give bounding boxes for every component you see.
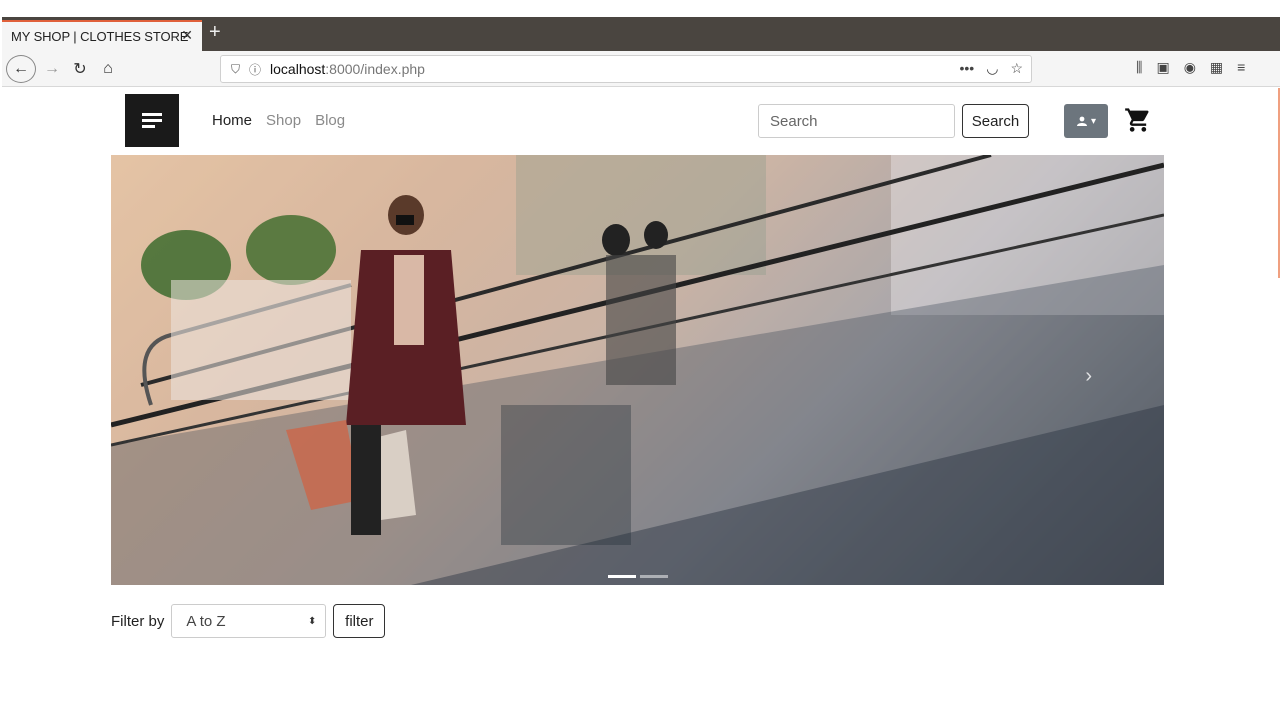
logo-line bbox=[142, 119, 162, 122]
tab-close-icon[interactable]: ✕ bbox=[181, 27, 193, 44]
carousel-next-icon[interactable]: › bbox=[1085, 365, 1092, 388]
browser-toolbar: ← → ↻ ⌂ ⛉ ⓘ localhost :8000/index.php ••… bbox=[2, 51, 1280, 87]
web-page: Home Shop Blog Search ▾ bbox=[2, 88, 1280, 720]
browser-tab[interactable]: MY SHOP | CLOTHES STORE ✕ bbox=[2, 20, 202, 51]
sort-select-value: A to Z bbox=[186, 612, 226, 630]
browser-tools: ⫼ ▣ ◉ ▦ ≡ bbox=[1136, 59, 1245, 76]
url-path: :8000/index.php bbox=[325, 61, 425, 77]
sidebar-icon[interactable]: ▣ bbox=[1156, 59, 1169, 76]
account-icon[interactable]: ◉ bbox=[1184, 59, 1196, 76]
bookmark-star-icon[interactable]: ☆ bbox=[1010, 60, 1023, 77]
logo-line bbox=[142, 113, 162, 116]
shield-icon: ⛉ bbox=[231, 61, 241, 76]
screen-top-gap bbox=[0, 0, 1280, 17]
more-actions-icon[interactable]: ••• bbox=[960, 60, 975, 77]
forward-arrow-icon: → bbox=[44, 60, 60, 77]
search-button[interactable]: Search bbox=[962, 104, 1029, 138]
select-arrows-icon: ⬍ bbox=[307, 615, 317, 627]
site-logo[interactable] bbox=[125, 94, 179, 147]
url-bar[interactable]: ⛉ ⓘ localhost :8000/index.php ••• ◡ ☆ bbox=[220, 55, 1032, 83]
filter-button[interactable]: filter bbox=[333, 604, 386, 638]
menu-icon[interactable]: ≡ bbox=[1237, 59, 1245, 76]
user-icon bbox=[1076, 116, 1087, 126]
info-icon: ⓘ bbox=[249, 62, 262, 77]
user-dropdown-button[interactable]: ▾ bbox=[1064, 104, 1108, 138]
filter-label: Filter by bbox=[111, 612, 165, 630]
extensions-icon[interactable]: ▦ bbox=[1210, 59, 1223, 76]
nav-home[interactable]: Home bbox=[212, 112, 252, 129]
reload-button[interactable]: ↻ bbox=[68, 55, 92, 83]
cart-icon[interactable] bbox=[1124, 106, 1152, 134]
filter-row: Filter by A to Z ⬍ filter bbox=[111, 604, 386, 638]
sort-select[interactable]: A to Z ⬍ bbox=[171, 604, 327, 638]
home-icon: ⌂ bbox=[103, 60, 113, 77]
carousel-indicators bbox=[608, 575, 668, 578]
logo-line bbox=[142, 125, 155, 128]
search-input[interactable] bbox=[758, 104, 955, 138]
main-nav: Home Shop Blog bbox=[212, 112, 345, 129]
carousel-indicator[interactable] bbox=[640, 575, 668, 578]
browser-tab-bar: MY SHOP | CLOTHES STORE ✕ + bbox=[2, 17, 1280, 51]
pocket-icon[interactable]: ◡ bbox=[986, 60, 998, 77]
back-button[interactable]: ← bbox=[6, 55, 36, 83]
back-arrow-icon: ← bbox=[13, 60, 29, 77]
new-tab-icon[interactable]: + bbox=[209, 22, 221, 42]
tab-title: MY SHOP | CLOTHES STORE bbox=[11, 29, 189, 44]
home-button[interactable]: ⌂ bbox=[96, 55, 120, 83]
caret-down-icon: ▾ bbox=[1090, 115, 1097, 127]
nav-blog[interactable]: Blog bbox=[315, 112, 345, 129]
hero-image bbox=[111, 155, 1164, 585]
library-icon[interactable]: ⫼ bbox=[1136, 59, 1142, 76]
carousel-indicator[interactable] bbox=[608, 575, 636, 578]
reload-icon: ↻ bbox=[73, 61, 87, 78]
url-host: localhost bbox=[270, 61, 326, 77]
hero-carousel[interactable]: › bbox=[111, 155, 1164, 585]
nav-shop[interactable]: Shop bbox=[266, 112, 301, 129]
forward-button[interactable]: → bbox=[40, 55, 64, 83]
